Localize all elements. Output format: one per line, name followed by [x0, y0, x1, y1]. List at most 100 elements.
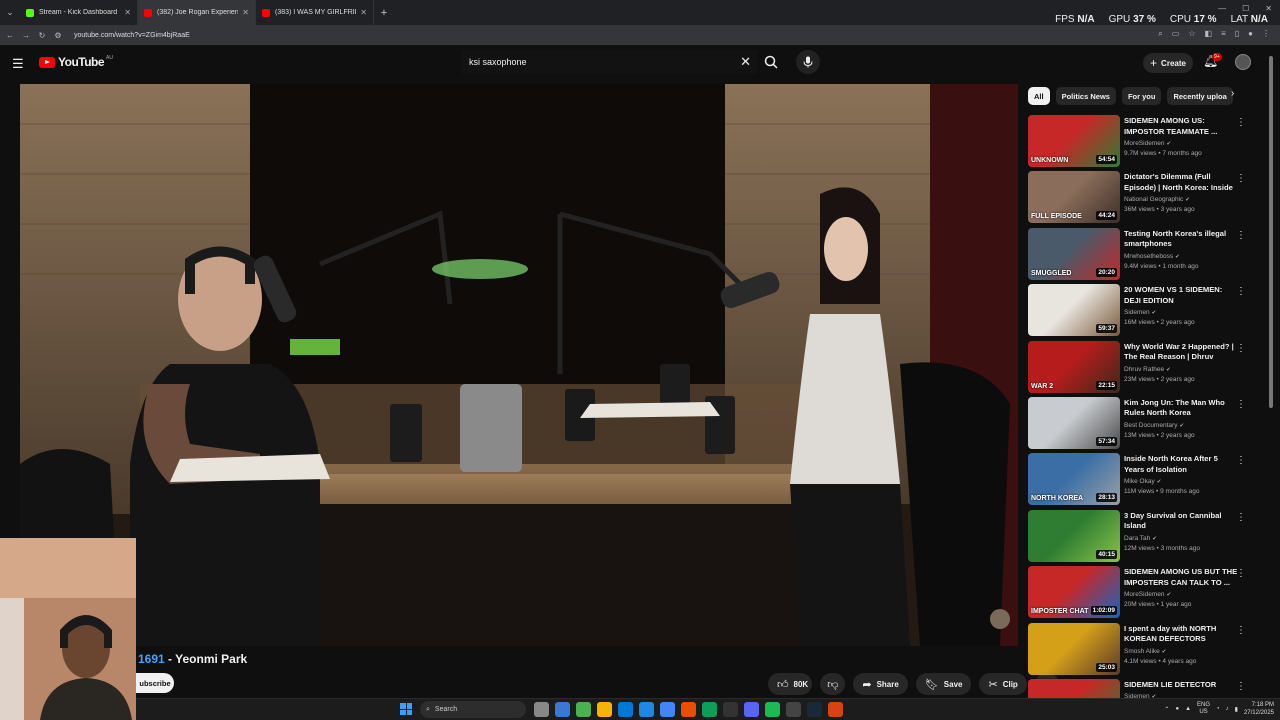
more-vertical-icon[interactable]: ⋮ [1236, 512, 1246, 523]
discord-icon[interactable] [744, 702, 759, 717]
zoom-icon[interactable]: ⌕ [1158, 29, 1162, 39]
browser-tab-kick[interactable]: Stream - Kick Dashboard ✕ [20, 0, 138, 25]
channel-name[interactable]: National Geographic ✔ [1124, 196, 1238, 203]
chrome-icon[interactable] [576, 702, 591, 717]
clip-button[interactable]: ✂ Clip [979, 673, 1027, 695]
more-vertical-icon[interactable]: ⋮ [1236, 117, 1246, 128]
video-title[interactable]: 20 WOMEN VS 1 SIDEMEN: DEJI EDITION [1124, 285, 1238, 306]
close-window-icon[interactable]: ✕ [1265, 4, 1272, 13]
create-button[interactable]: + Create [1143, 53, 1193, 73]
close-icon[interactable]: ✕ [242, 8, 249, 17]
more-vertical-icon[interactable]: ⋮ [1236, 568, 1246, 579]
browser-icon[interactable] [660, 702, 675, 717]
video-title[interactable]: Testing North Korea's illegal smartphone… [1124, 229, 1238, 250]
more-vertical-icon[interactable]: ⋮ [1236, 455, 1246, 466]
hamburger-menu-icon[interactable]: ☰ [12, 56, 26, 72]
recommended-video[interactable]: NORTH KOREA 28:13 Inside North Korea After… [1028, 453, 1252, 509]
video-thumbnail[interactable]: WAR 2 22:15 [1028, 340, 1120, 393]
channel-name[interactable]: MoreSidemen ✔ [1124, 140, 1238, 147]
search-input[interactable] [461, 57, 721, 67]
more-vertical-icon[interactable]: ⋮ [1236, 173, 1246, 184]
subscribe-button[interactable]: ubscribe [136, 673, 174, 693]
save-button[interactable]: 🔖︎ Save [915, 673, 972, 695]
tray-app-icon[interactable]: ▲ [1185, 706, 1191, 712]
language-indicator[interactable]: ENG US [1197, 702, 1210, 716]
browser-tab-girlfriend[interactable]: (383) I WAS MY GIRLFRIEND'S ✕ [256, 0, 374, 25]
browser-tab-jre[interactable]: (382) Joe Rogan Experience ✕ [138, 0, 256, 25]
recommended-video[interactable]: IMPOSTER CHAT 1:02:09 SIDEMEN AMONG US BUT… [1028, 566, 1252, 622]
video-thumbnail[interactable]: NORTH KOREA 28:13 [1028, 453, 1120, 506]
spotify-icon[interactable] [765, 702, 780, 717]
filter-chip[interactable]: Politics News [1055, 87, 1116, 105]
channel-name[interactable]: Mike Okay ✔ [1124, 478, 1238, 485]
voice-search-button[interactable] [796, 50, 820, 74]
share-button[interactable]: ➦ Share [853, 673, 908, 695]
app-icon[interactable] [681, 702, 696, 717]
close-icon[interactable]: ✕ [360, 8, 367, 17]
back-icon[interactable]: ← [4, 31, 16, 40]
task-view-icon[interactable] [534, 702, 549, 717]
recommended-video[interactable]: FULL EPISODE 44:24 Dictator's Dilemma (Ful… [1028, 171, 1252, 227]
video-thumbnail[interactable]: UNKNOWN 54:54 [1028, 115, 1120, 167]
recommended-video[interactable]: UNKNOWN 54:54 SIDEMEN AMONG US: IMPOSTOR T… [1028, 115, 1252, 171]
store-icon[interactable] [618, 702, 633, 717]
channel-name[interactable]: Mrwhosetheboss ✔ [1124, 253, 1238, 260]
chevron-right-icon[interactable]: › [1231, 88, 1234, 99]
video-thumbnail[interactable]: 40:15 [1028, 509, 1120, 562]
close-icon[interactable]: ✕ [124, 8, 131, 17]
video-thumbnail[interactable]: 25:03 [1028, 622, 1120, 675]
recommended-video[interactable]: WAR 2 22:15 Why World War 2 Happened? | Th… [1028, 340, 1252, 397]
more-vertical-icon[interactable]: ⋮ [1236, 343, 1246, 354]
minimize-icon[interactable]: — [1218, 4, 1226, 13]
recommended-video[interactable]: 25:03 I spent a day with NORTH KOREAN DEF… [1028, 622, 1252, 679]
edge-icon[interactable] [702, 702, 717, 717]
channel-name[interactable]: MoreSidemen ✔ [1124, 591, 1238, 598]
like-button[interactable]: 👍︎ 80K [768, 673, 813, 695]
recommended-video[interactable]: 40:15 3 Day Survival on Cannibal Island Da… [1028, 509, 1252, 566]
steam-icon[interactable] [807, 702, 822, 717]
terminal-icon[interactable] [723, 702, 738, 717]
episode-number-link[interactable]: 1691 [138, 652, 165, 666]
forward-icon[interactable]: → [20, 31, 32, 40]
more-vertical-icon[interactable]: ⋮ [1236, 399, 1246, 410]
reload-icon[interactable]: ↻ [36, 31, 48, 40]
video-title[interactable]: SIDEMEN AMONG US: IMPOSTOR TEAMMATE ... [1124, 116, 1238, 137]
account-avatar[interactable] [1235, 54, 1251, 70]
filter-chip[interactable]: All [1028, 87, 1050, 105]
filter-chip[interactable]: For you [1121, 87, 1162, 105]
video-title[interactable]: I spent a day with NORTH KOREAN DEFECTOR… [1124, 624, 1238, 645]
windows-start-icon[interactable] [400, 703, 412, 715]
clear-search-icon[interactable]: ✕ [740, 54, 751, 70]
video-thumbnail[interactable]: SMUGGLED 20:20 [1028, 227, 1120, 280]
video-player[interactable] [20, 84, 1018, 646]
page-scrollbar[interactable] [1268, 50, 1274, 696]
video-title[interactable]: Why World War 2 Happened? | The Real Rea… [1124, 342, 1238, 363]
recommended-video[interactable]: 57:34 Kim Jong Un: The Man Who Rules Nort… [1028, 396, 1252, 453]
cast-icon[interactable]: ▭ [1172, 29, 1180, 39]
video-title[interactable]: SIDEMEN AMONG US BUT THE IMPOSTERS CAN T… [1124, 567, 1238, 588]
channel-name[interactable]: Smosh Alike ✔ [1124, 648, 1238, 655]
more-vertical-icon[interactable]: ⋮ [1236, 230, 1246, 241]
scrollbar-thumb[interactable] [1269, 56, 1273, 408]
tab-search-icon[interactable]: ⌄ [0, 0, 20, 25]
video-thumbnail[interactable]: 59:37 [1028, 284, 1120, 337]
extensions-icon[interactable]: ◧ [1205, 29, 1213, 39]
new-tab-icon[interactable]: + [374, 0, 394, 25]
recommended-video[interactable]: SMUGGLED 20:20 Testing North Korea's illeg… [1028, 227, 1252, 284]
video-title[interactable]: Inside North Korea After 5 Years of Isol… [1124, 454, 1238, 475]
app-icon[interactable] [828, 702, 843, 717]
search-button[interactable] [759, 50, 783, 74]
video-title[interactable]: SIDEMEN LIE DETECTOR [1124, 680, 1238, 691]
recommended-video[interactable]: 59:37 20 WOMEN VS 1 SIDEMEN: DEJI EDITION… [1028, 284, 1252, 340]
video-title[interactable]: 3 Day Survival on Cannibal Island [1124, 511, 1238, 532]
filter-chip[interactable]: Recently uploa [1167, 87, 1233, 105]
video-title[interactable]: Kim Jong Un: The Man Who Rules North Kor… [1124, 398, 1238, 419]
copilot-icon[interactable] [555, 702, 570, 717]
media-icon[interactable]: ≡ [1221, 29, 1226, 39]
more-vertical-icon[interactable]: ⋮ [1236, 286, 1246, 297]
site-info-icon[interactable]: ⚙ [52, 31, 64, 40]
sidebar-icon[interactable]: ▯ [1235, 29, 1239, 39]
tray-app-icon[interactable]: ● [1175, 706, 1179, 712]
obs-icon[interactable] [786, 702, 801, 717]
more-vertical-icon[interactable]: ⋮ [1236, 625, 1246, 636]
